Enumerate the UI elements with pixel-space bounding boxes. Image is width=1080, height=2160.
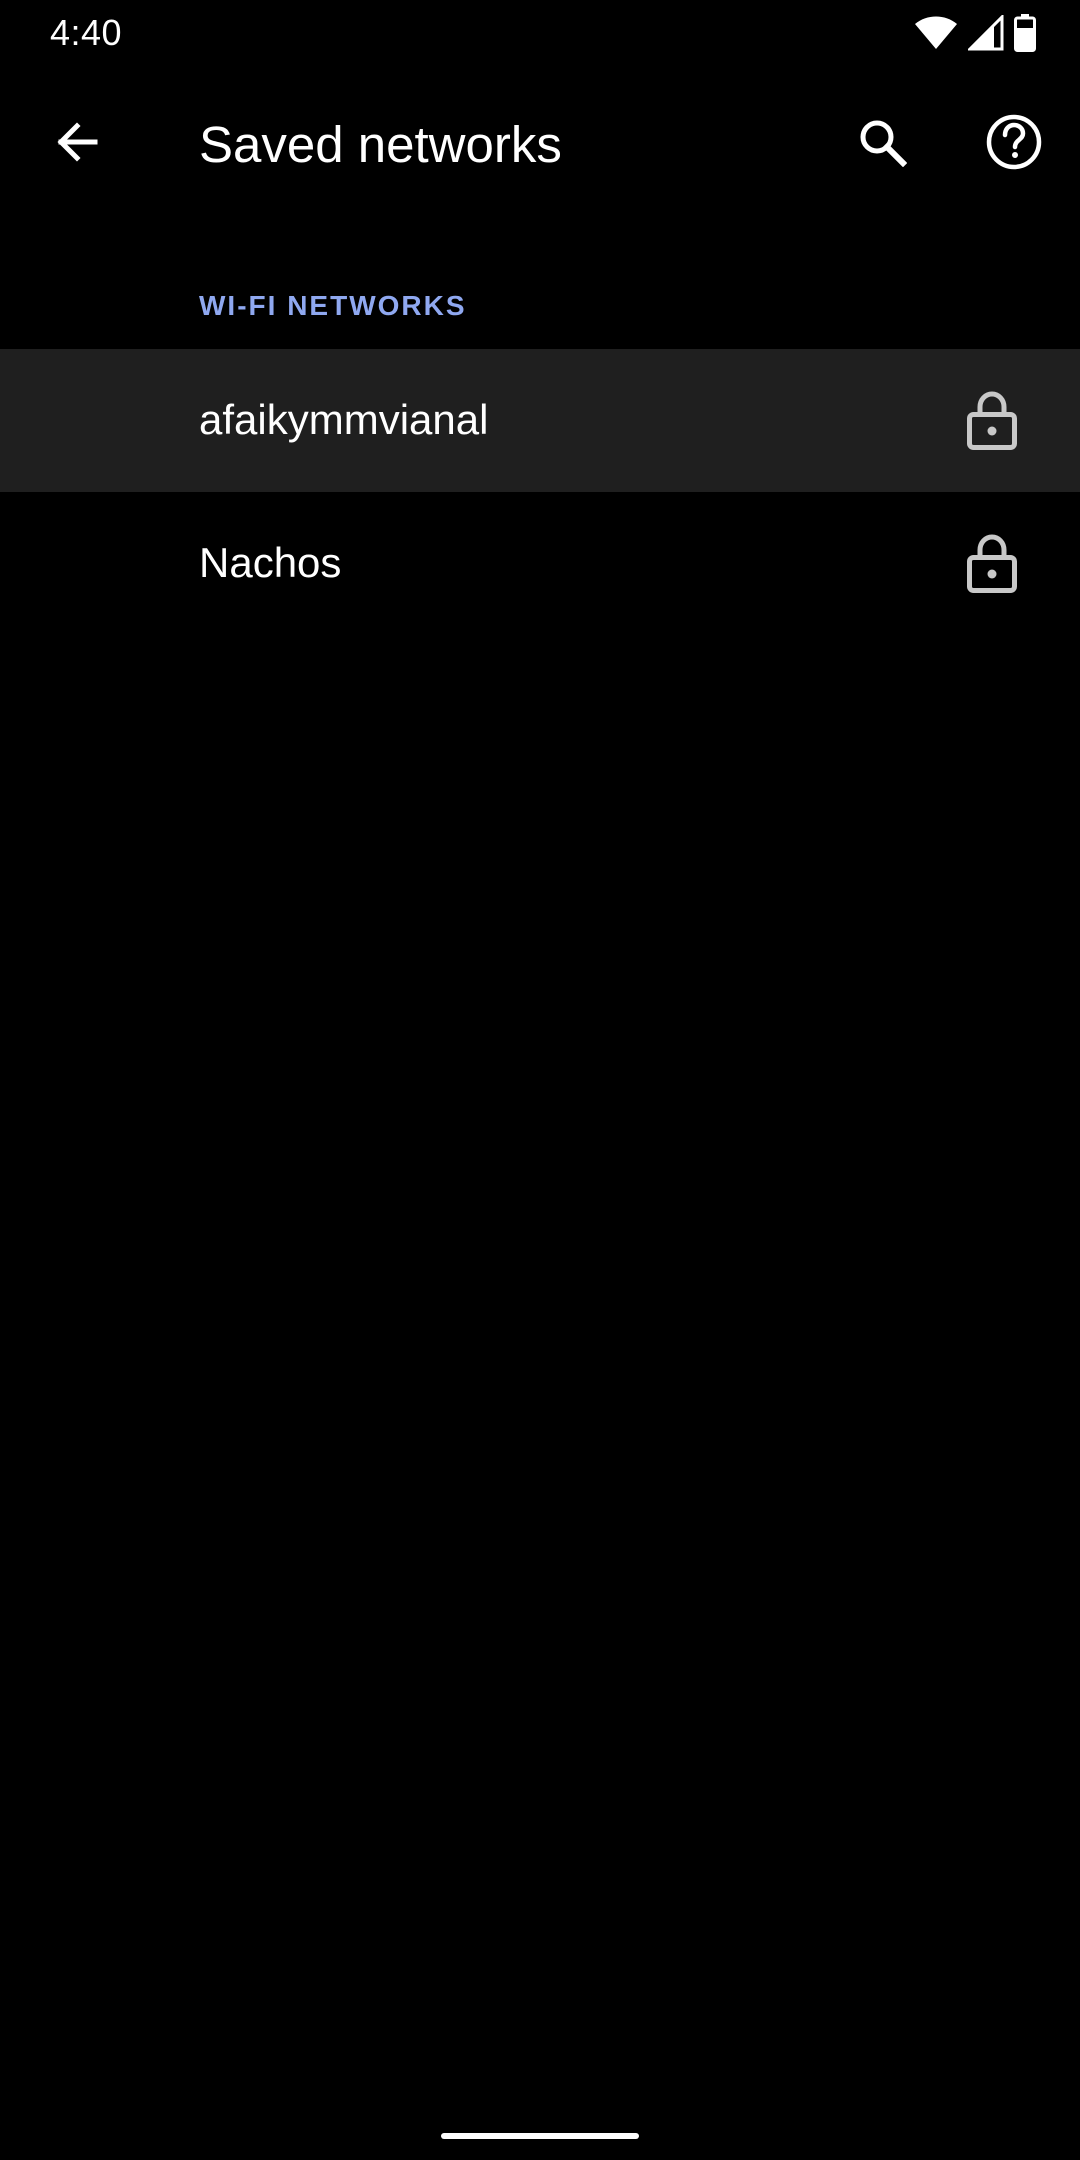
saved-network-item[interactable]: afaikymmvianal [0, 349, 1080, 492]
lock-icon [966, 391, 1018, 451]
battery-icon [1014, 14, 1036, 52]
network-name: Nachos [199, 539, 342, 586]
page-title: Saved networks [199, 116, 562, 173]
saved-network-item[interactable]: Nachos [0, 492, 1080, 635]
app-bar: Saved networks [0, 90, 1080, 200]
wifi-icon [914, 15, 958, 51]
search-button[interactable] [838, 100, 926, 188]
network-name: afaikymmvianal [199, 396, 489, 443]
search-icon [857, 117, 908, 172]
gesture-navigation-handle[interactable] [441, 2133, 639, 2139]
back-button[interactable] [33, 100, 121, 188]
section-header-wifi-networks: WI-FI NETWORKS [199, 290, 467, 321]
lock-icon [966, 534, 1018, 594]
status-bar: 4:40 [0, 0, 1080, 66]
status-time: 4:40 [50, 12, 123, 53]
cellular-signal-icon [968, 15, 1004, 51]
saved-network-list: afaikymmvianal Nachos [0, 349, 1080, 635]
help-button[interactable] [970, 100, 1058, 188]
help-icon [986, 114, 1042, 175]
arrow-back-icon [53, 118, 101, 171]
status-icons [914, 14, 1036, 52]
